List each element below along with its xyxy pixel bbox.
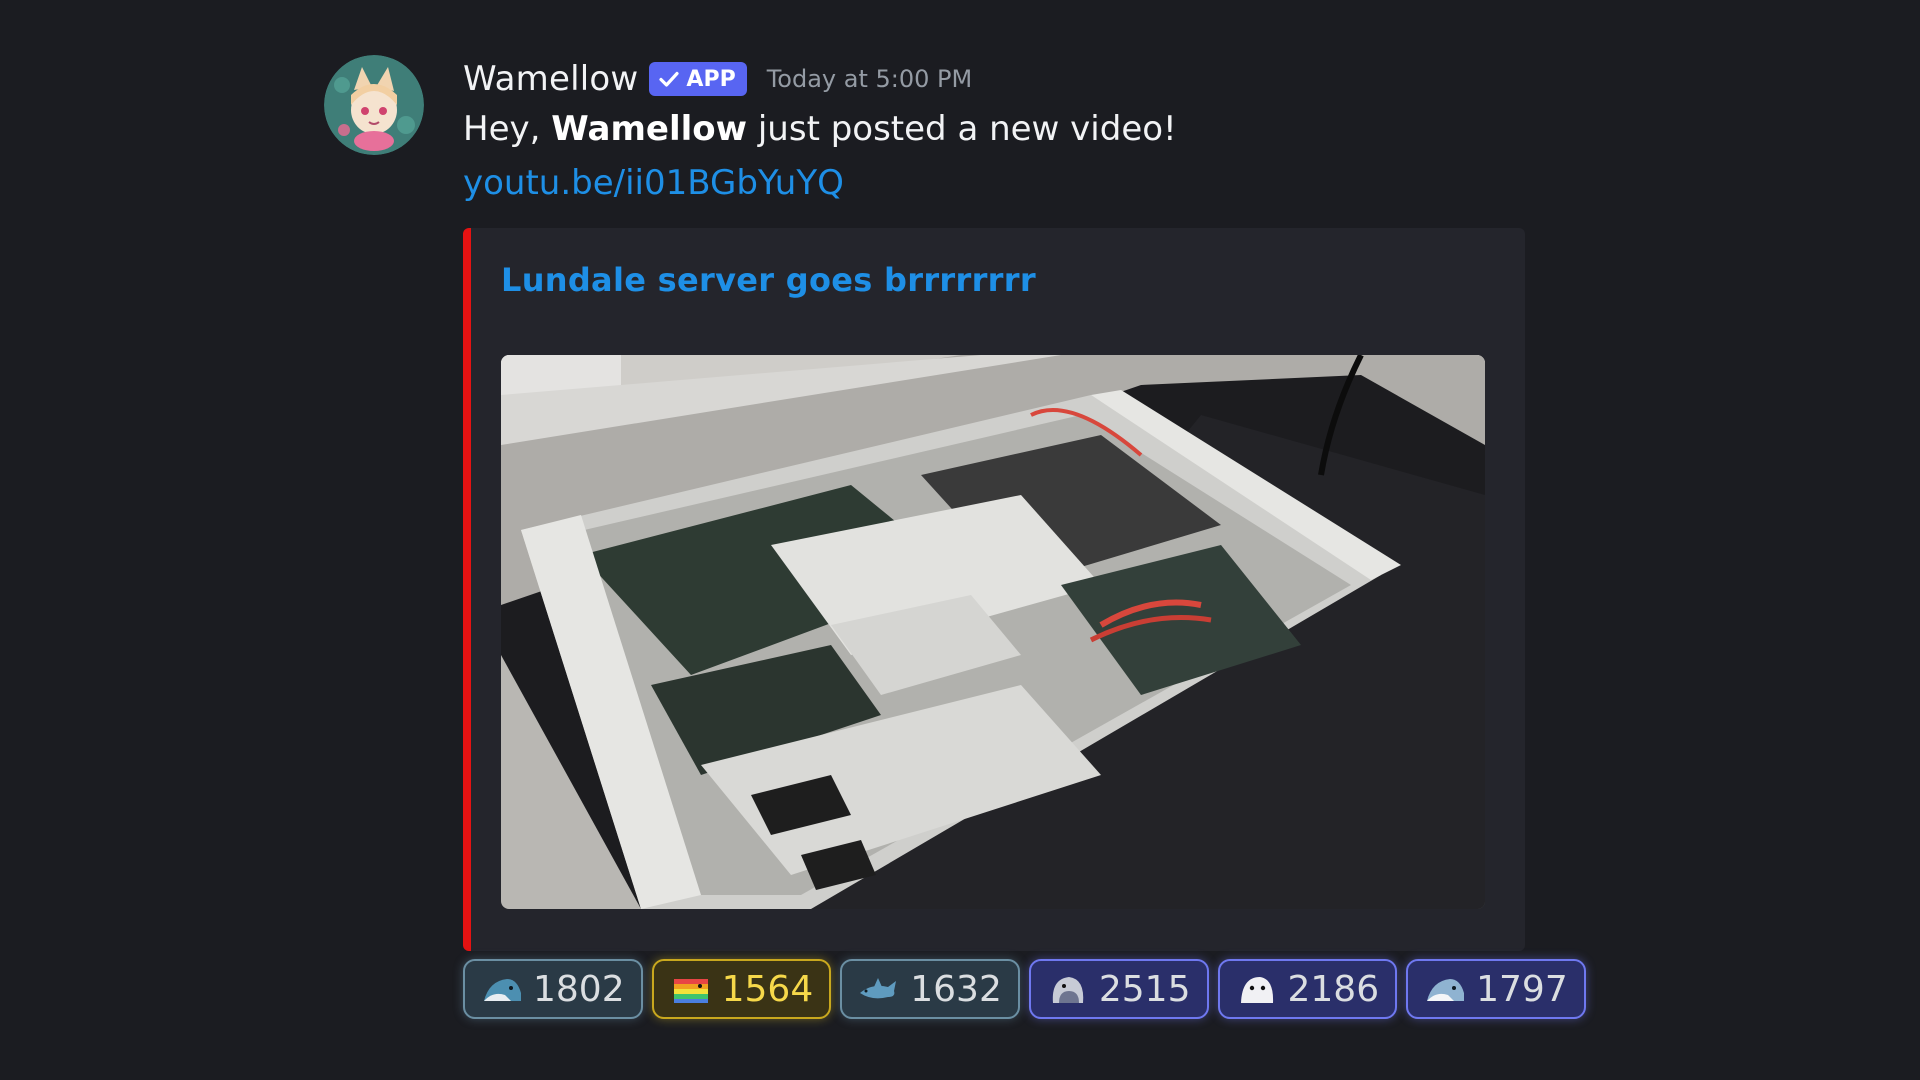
avatar[interactable] — [324, 55, 424, 155]
reaction-count: 1802 — [533, 968, 625, 1010]
white-blob-icon — [1240, 977, 1273, 1003]
reaction-count: 2515 — [1098, 968, 1191, 1010]
reaction-button[interactable]: 2515 — [1028, 959, 1209, 1019]
reaction-button[interactable]: 2186 — [1217, 959, 1398, 1019]
embed-title[interactable]: Lundale server goes brrrrrrrr — [501, 261, 1036, 299]
reaction-count: 2186 — [1287, 968, 1380, 1010]
reaction-button[interactable]: 1802 — [463, 959, 643, 1019]
teal-shark-icon — [484, 979, 521, 1001]
text-bold: Wamellow — [551, 109, 748, 149]
app-badge-label: APP — [686, 66, 736, 92]
reaction-button[interactable]: 1564 — [651, 959, 832, 1019]
text-suffix: just posted a new video! — [747, 109, 1177, 149]
reaction-button[interactable]: 1632 — [840, 959, 1020, 1019]
reactions-bar: 1802 1564 1632 2515 2186 1797 — [463, 959, 1586, 1019]
gray-blob-icon — [1052, 977, 1084, 1003]
rainbow-shark-icon — [673, 979, 708, 1003]
reaction-count: 1564 — [721, 968, 814, 1010]
embed-video-thumbnail[interactable] — [501, 355, 1485, 909]
timestamp: Today at 5:00 PM — [766, 65, 973, 93]
video-link[interactable]: youtu.be/ii01BGbYuYQ — [463, 158, 844, 208]
text-prefix: Hey, — [463, 109, 552, 149]
app-badge: APP — [649, 62, 747, 96]
embed-accent-bar — [463, 228, 471, 951]
message-header: Wamellow APP Today at 5:00 PM — [463, 56, 1563, 102]
author-name[interactable]: Wamellow — [463, 59, 638, 99]
reaction-count: 1632 — [910, 968, 1002, 1010]
blue-shark-icon — [860, 978, 897, 999]
reaction-button[interactable]: 1797 — [1406, 959, 1586, 1019]
message-text: Hey, Wamellow just posted a new video! — [463, 100, 1563, 158]
video-embed: Lundale server goes brrrrrrrr — [463, 228, 1525, 951]
shark-icon — [1427, 979, 1465, 1001]
check-icon — [659, 71, 680, 87]
reaction-count: 1797 — [1476, 968, 1568, 1010]
